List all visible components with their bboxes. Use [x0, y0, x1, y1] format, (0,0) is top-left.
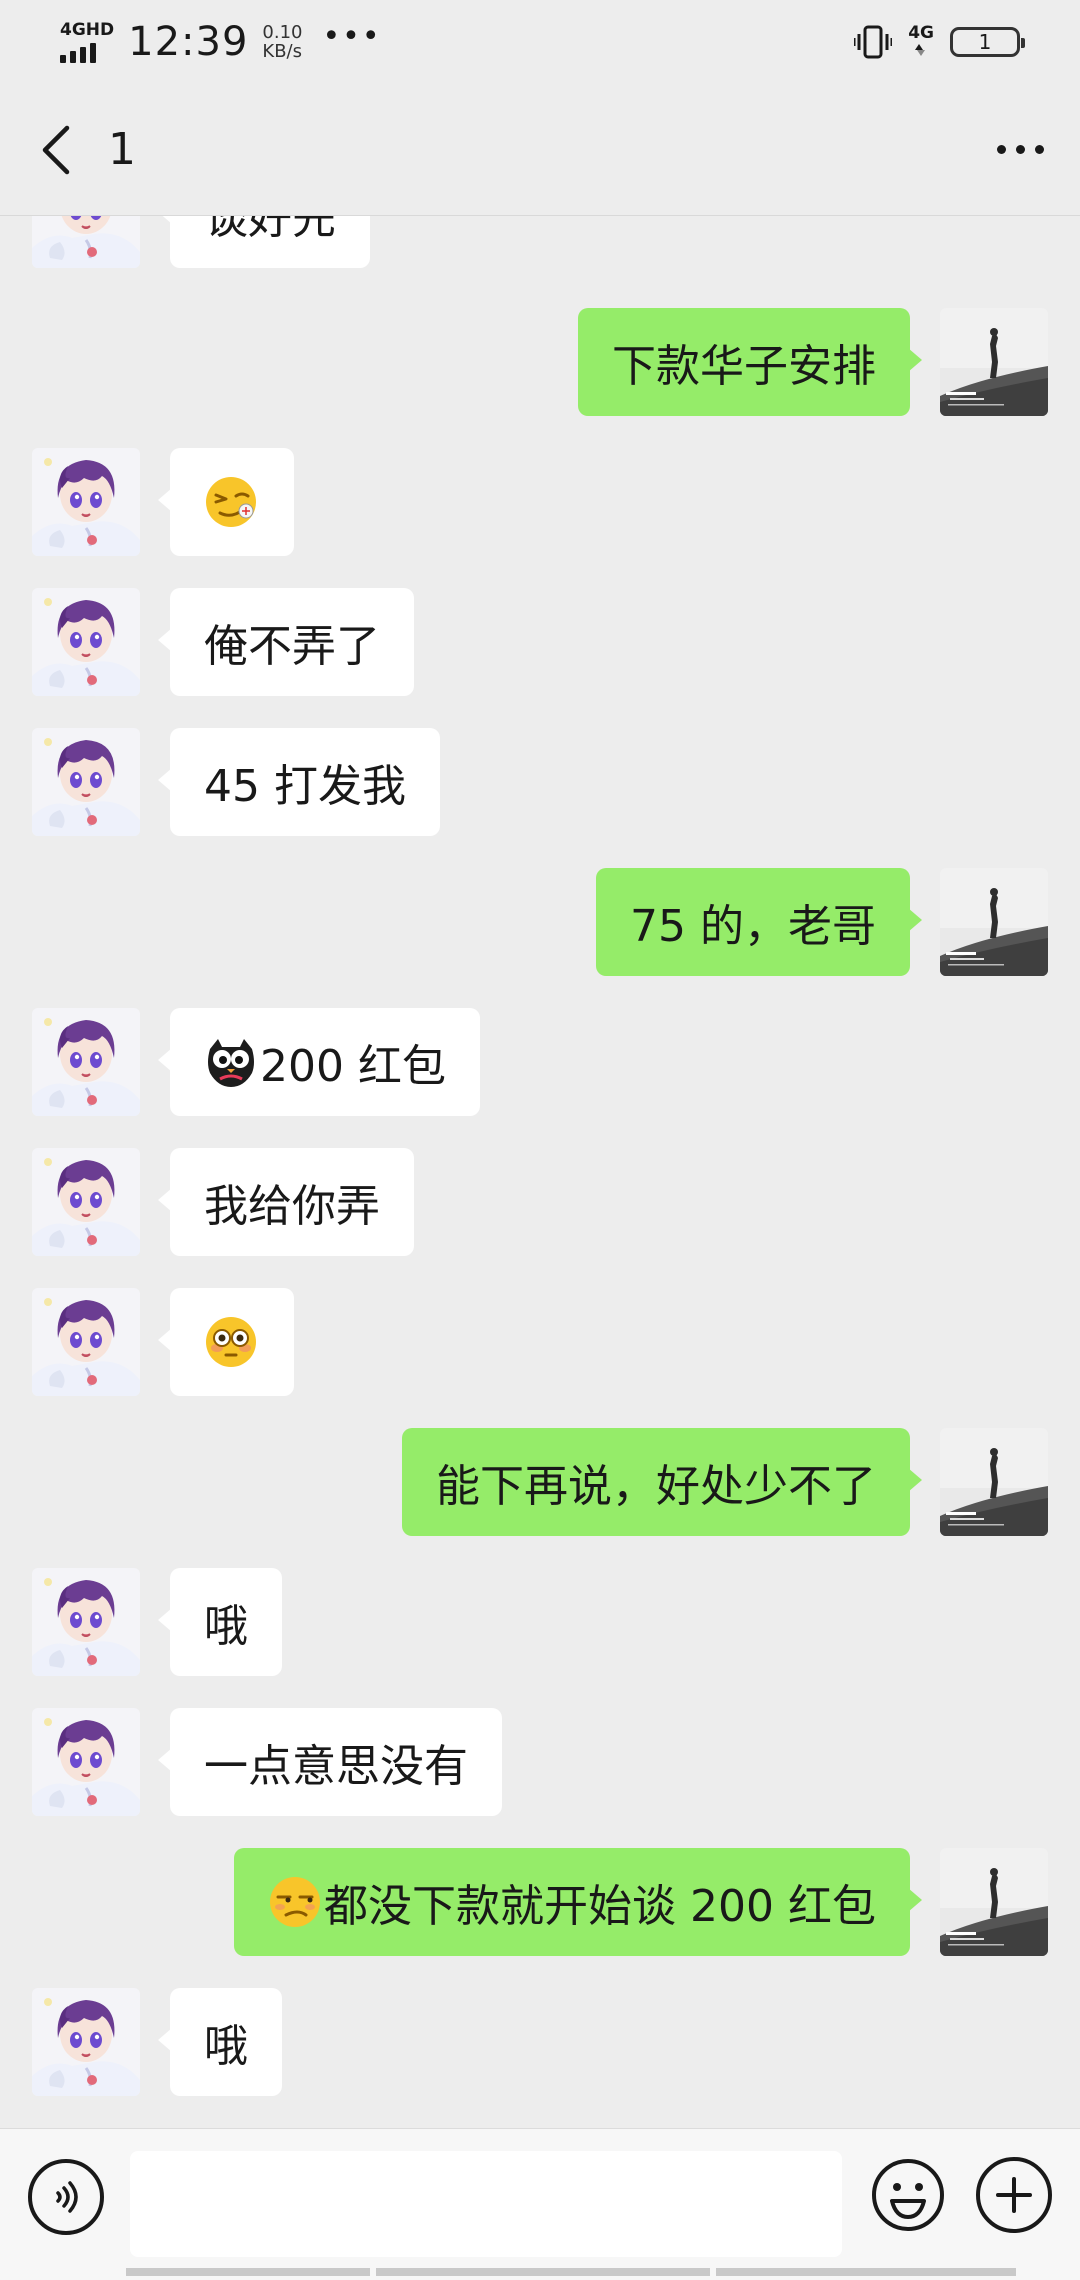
- message-bubble[interactable]: 我给你弄: [158, 1148, 414, 1256]
- message-bubble[interactable]: 能下再说，好处少不了: [402, 1428, 922, 1536]
- network-type-label: 4GHD: [60, 19, 115, 40]
- contact-avatar[interactable]: [32, 728, 140, 836]
- message-text: 哦: [204, 2021, 248, 2072]
- more-dot: [1015, 145, 1025, 154]
- message-row-incoming: 谈好先: [0, 216, 1080, 268]
- signal-group: 4GHD: [60, 19, 115, 63]
- emoji-icon: [872, 2159, 944, 2231]
- voice-icon: [56, 2181, 78, 2213]
- more-functions-button[interactable]: [976, 2157, 1052, 2233]
- self-avatar[interactable]: [940, 1428, 1048, 1536]
- network-speed: 0.10 KB/s: [262, 23, 302, 61]
- message-bubble[interactable]: 200 红包: [158, 1008, 480, 1116]
- unamused-emoji-icon: [268, 1875, 322, 1929]
- contact-avatar[interactable]: [32, 216, 140, 268]
- status-left: 4GHD 12:39 0.10 KB/s •••: [60, 19, 382, 65]
- signal-strength-icon: [60, 41, 96, 63]
- contact-avatar[interactable]: [32, 1708, 140, 1816]
- back-button[interactable]: [0, 84, 110, 216]
- status-more-dots: •••: [322, 18, 382, 54]
- status-right: 4G 1: [854, 24, 1025, 60]
- message-text: 都没下款就开始谈 200 红包: [324, 1881, 876, 1932]
- message-row-incoming: [0, 448, 1080, 556]
- network-4g-label: 4G: [908, 23, 934, 43]
- message-row-incoming: 200 红包: [0, 1008, 1080, 1116]
- network-speed-value: 0.10: [262, 22, 303, 43]
- contact-avatar[interactable]: [32, 448, 140, 556]
- contact-avatar[interactable]: [32, 1988, 140, 2096]
- message-text: 哦: [204, 1601, 248, 1652]
- message-row-incoming: [0, 1288, 1080, 1396]
- message-row-outgoing: 下款华子安排: [0, 308, 1080, 416]
- chat-title: 1: [108, 124, 136, 175]
- message-row-incoming: 我给你弄: [0, 1148, 1080, 1256]
- contact-avatar[interactable]: [32, 1008, 140, 1116]
- message-text: 能下再说，好处少不了: [436, 1461, 876, 1512]
- message-text: 75 的，老哥: [630, 901, 876, 952]
- message-bubble[interactable]: 都没下款就开始谈 200 红包: [234, 1848, 922, 1956]
- chat-input-bar: [0, 2128, 1080, 2280]
- message-bubble[interactable]: 哦: [158, 1568, 282, 1676]
- message-row-incoming: 哦: [0, 1568, 1080, 1676]
- message-bubble[interactable]: 75 的，老哥: [596, 868, 922, 976]
- message-text: 45 打发我: [204, 761, 406, 812]
- more-dot: [1034, 145, 1044, 154]
- message-bubble[interactable]: 一点意思没有: [158, 1708, 502, 1816]
- self-avatar[interactable]: [940, 1848, 1048, 1956]
- message-row-incoming: 45 打发我: [0, 728, 1080, 836]
- status-time: 12:39: [128, 19, 249, 65]
- smirk-wink-emoji-icon: [204, 475, 258, 529]
- contact-avatar[interactable]: [32, 588, 140, 696]
- message-row-incoming: 俺不弄了: [0, 588, 1080, 696]
- message-text: 我给你弄: [204, 1181, 380, 1232]
- contact-avatar[interactable]: [32, 1568, 140, 1676]
- keyboard-edge-strip: [0, 2268, 1080, 2280]
- message-list[interactable]: 谈好先 下款华子安排 俺不弄了 45 打发我 75 的，老哥 200 红包 我给…: [0, 216, 1080, 2128]
- message-text: 一点意思没有: [204, 1741, 468, 1792]
- network-4g-indicator: 4G: [908, 24, 934, 60]
- message-bubble[interactable]: 谈好先: [158, 216, 370, 268]
- battery-level: 1: [978, 30, 992, 54]
- more-options-button[interactable]: [960, 84, 1080, 216]
- message-text: 200 红包: [260, 1041, 446, 1092]
- chevron-left-icon: [42, 125, 70, 174]
- owl-emoji-icon: [204, 1035, 258, 1089]
- data-arrows-icon: [915, 44, 926, 56]
- message-row-incoming: 一点意思没有: [0, 1708, 1080, 1816]
- flushed-emoji-icon: [204, 1315, 258, 1369]
- message-row-incoming: 哦: [0, 1988, 1080, 2096]
- more-dot: [996, 145, 1006, 154]
- emoji-button[interactable]: [870, 2157, 946, 2233]
- message-row-outgoing: 75 的，老哥: [0, 868, 1080, 976]
- network-speed-unit: KB/s: [262, 41, 303, 62]
- self-avatar[interactable]: [940, 868, 1048, 976]
- contact-avatar[interactable]: [32, 1148, 140, 1256]
- message-bubble[interactable]: [158, 1288, 294, 1396]
- message-bubble[interactable]: 下款华子安排: [578, 308, 922, 416]
- self-avatar[interactable]: [940, 308, 1048, 416]
- message-text: 俺不弄了: [204, 621, 380, 672]
- vibrate-icon: [854, 25, 893, 59]
- message-bubble[interactable]: 哦: [158, 1988, 282, 2096]
- message-bubble[interactable]: [158, 448, 294, 556]
- message-bubble[interactable]: 45 打发我: [158, 728, 440, 836]
- plus-icon: [996, 2177, 1032, 2213]
- battery-icon: 1: [950, 27, 1025, 57]
- message-text: 谈好先: [204, 216, 336, 244]
- message-input[interactable]: [130, 2151, 842, 2257]
- message-text: 下款华子安排: [612, 341, 876, 392]
- message-bubble[interactable]: 俺不弄了: [158, 588, 414, 696]
- message-row-outgoing: 能下再说，好处少不了: [0, 1428, 1080, 1536]
- contact-avatar[interactable]: [32, 1288, 140, 1396]
- status-bar: 4GHD 12:39 0.10 KB/s ••• 4G 1: [0, 0, 1080, 84]
- message-row-outgoing: 都没下款就开始谈 200 红包: [0, 1848, 1080, 1956]
- voice-button[interactable]: [28, 2159, 104, 2235]
- chat-header: 1: [0, 84, 1080, 216]
